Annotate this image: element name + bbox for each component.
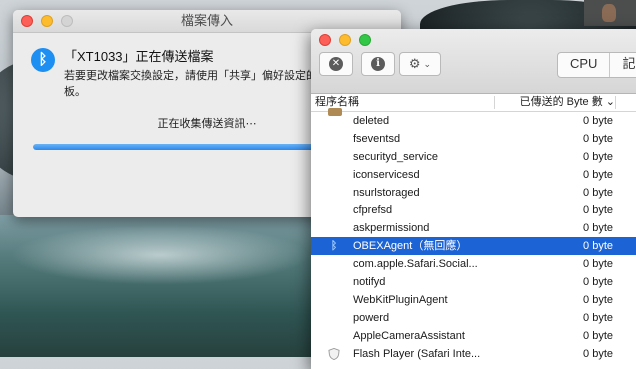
info-icon: i	[371, 57, 385, 71]
bytes-sent: 0 byte	[583, 347, 613, 360]
tab-cpu[interactable]: CPU	[558, 53, 611, 77]
table-row[interactable]: powerd 0 byte	[311, 309, 636, 327]
bytes-sent: 0 byte	[583, 258, 613, 271]
webcam-thumbnail	[584, 0, 636, 26]
table-row[interactable]: cfprefsd 0 byte	[311, 201, 636, 219]
inspect-process-button[interactable]: i	[361, 52, 395, 76]
close-button[interactable]	[319, 34, 331, 46]
transfer-heading: 「XT1033」正在傳送檔案	[64, 49, 214, 64]
minimize-button[interactable]	[339, 34, 351, 46]
window-controls	[319, 34, 371, 46]
bytes-sent: 0 byte	[583, 168, 613, 181]
window-controls	[21, 15, 73, 27]
column-divider[interactable]	[615, 96, 616, 109]
bytes-sent: 0 byte	[583, 222, 613, 235]
bytes-sent: 0 byte	[583, 115, 613, 127]
bytes-sent: 0 byte	[583, 293, 613, 306]
progress-fill	[33, 144, 321, 150]
bytes-sent: 0 byte	[583, 311, 613, 324]
gear-icon: ⚙	[408, 56, 421, 71]
tab-group: CPU 記憶體	[557, 52, 636, 78]
activity-monitor-window: ✕ i ⚙ ⌄ CPU 記憶體 程序名稱 已傳送的 Byte 數 ⌄ delet…	[311, 29, 636, 369]
bytes-sent: 0 byte	[583, 186, 613, 199]
toolbar: ✕ i ⚙ ⌄ CPU 記憶體	[311, 29, 636, 94]
webcam-person	[602, 4, 616, 22]
table-row[interactable]: securityd_service 0 byte	[311, 148, 636, 166]
bytes-sent: 0 byte	[583, 150, 613, 163]
table-row[interactable]: iconservicesd 0 byte	[311, 166, 636, 184]
window-title: 檔案傳入	[180, 13, 233, 28]
column-bytes-sent[interactable]: 已傳送的 Byte 數 ⌄	[495, 94, 615, 111]
table-row[interactable]: notifyd 0 byte	[311, 273, 636, 291]
stop-icon: ✕	[329, 57, 343, 71]
zoom-button[interactable]	[359, 34, 371, 46]
table-row[interactable]: deleted 0 byte	[311, 112, 636, 130]
bytes-sent: 0 byte	[583, 204, 613, 217]
column-header: 程序名稱 已傳送的 Byte 數 ⌄	[311, 94, 636, 112]
table-row[interactable]: WebKitPluginAgent 0 byte	[311, 291, 636, 309]
bytes-sent: 0 byte	[583, 276, 613, 289]
shield-icon	[328, 347, 340, 360]
action-menu-button[interactable]: ⚙ ⌄	[399, 52, 441, 76]
bluetooth-icon: ᛒ	[330, 240, 338, 253]
quit-process-button[interactable]: ✕	[319, 52, 353, 76]
table-row[interactable]: AppleCameraAssistant 0 byte	[311, 327, 636, 345]
process-list: deleted 0 byte fseventsd 0 byte securityd_se…	[311, 108, 636, 363]
table-row[interactable]: ᛒ OBEXAgent（無回應） 0 byte	[311, 237, 636, 256]
table-row[interactable]: askpermissiond 0 byte	[311, 219, 636, 237]
table-row[interactable]: nsurlstoraged 0 byte	[311, 184, 636, 202]
close-button[interactable]	[21, 15, 33, 27]
bluetooth-icon: ᛒ	[31, 48, 55, 72]
table-row[interactable]: com.apple.Safari.Social... 0 byte	[311, 255, 636, 273]
bytes-sent: 0 byte	[583, 240, 613, 253]
chevron-down-icon: ⌄	[423, 58, 432, 69]
zoom-button[interactable]	[61, 15, 73, 27]
table-row[interactable]: Flash Player (Safari Inte... 0 byte	[311, 345, 636, 363]
bytes-sent: 0 byte	[583, 132, 613, 145]
bytes-sent: 0 byte	[583, 329, 613, 342]
minimize-button[interactable]	[41, 15, 53, 27]
desktop-foam	[10, 225, 310, 285]
table-row[interactable]: fseventsd 0 byte	[311, 130, 636, 148]
tab-memory[interactable]: 記憶體	[610, 53, 636, 77]
